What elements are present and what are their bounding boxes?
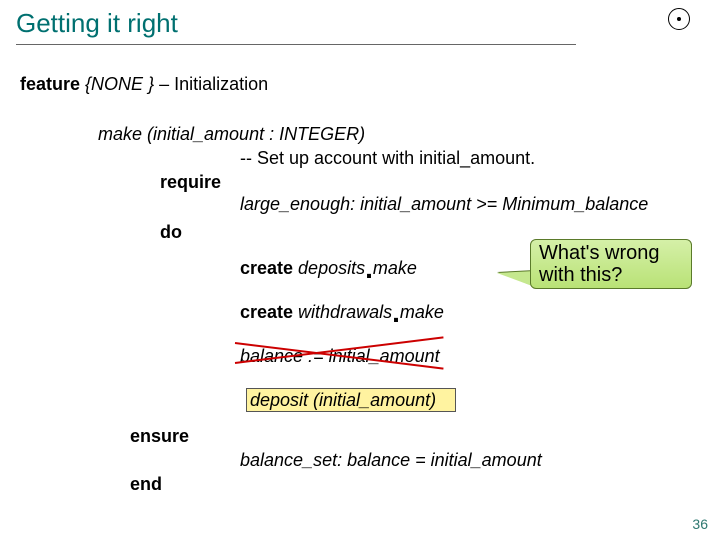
balance-assign-line: balance := initial_amount	[240, 346, 440, 367]
make-comment: -- Set up account with initial_amount.	[240, 148, 535, 169]
dot-icon: .	[392, 297, 400, 328]
title-underline	[16, 44, 576, 45]
feature-line: feature {NONE } – Initialization	[20, 74, 268, 95]
make-type: : INTEGER)	[269, 124, 365, 144]
require-cond: large_enough: initial_amount >= Minimum_…	[240, 194, 648, 215]
clock-logo-icon	[668, 8, 690, 30]
kw-ensure: ensure	[130, 426, 189, 447]
feature-suffix: – Initialization	[159, 74, 268, 94]
create1-obj: deposits	[293, 258, 365, 278]
kw-end: end	[130, 474, 162, 495]
kw-feature: feature	[20, 74, 80, 94]
make-param: (initial_amount	[142, 124, 269, 144]
comment-text: -- Set up account with initial_amount.	[240, 148, 535, 168]
create2-obj: withdrawals	[293, 302, 392, 322]
kw-create-1: create	[240, 258, 293, 278]
callout-box: What's wrong with this?	[530, 239, 692, 289]
create-withdrawals: create withdrawals.make	[240, 302, 444, 323]
make-name: make	[98, 124, 142, 144]
ensure-cond: balance_set: balance = initial_amount	[240, 450, 542, 471]
page-number: 36	[692, 516, 708, 532]
slide-title: Getting it right	[16, 8, 178, 39]
kw-create-2: create	[240, 302, 293, 322]
feature-scope: {NONE }	[85, 74, 154, 94]
deposit-call-line: deposit (initial_amount)	[250, 390, 436, 411]
create1-call: make	[373, 258, 417, 278]
kw-require: require	[160, 172, 221, 193]
create-deposits: create deposits.make	[240, 258, 417, 279]
dot-icon: .	[365, 253, 373, 284]
make-signature: make (initial_amount : INTEGER)	[98, 124, 365, 145]
callout-text: What's wrong with this?	[539, 242, 660, 286]
kw-do: do	[160, 222, 182, 243]
create2-call: make	[400, 302, 444, 322]
